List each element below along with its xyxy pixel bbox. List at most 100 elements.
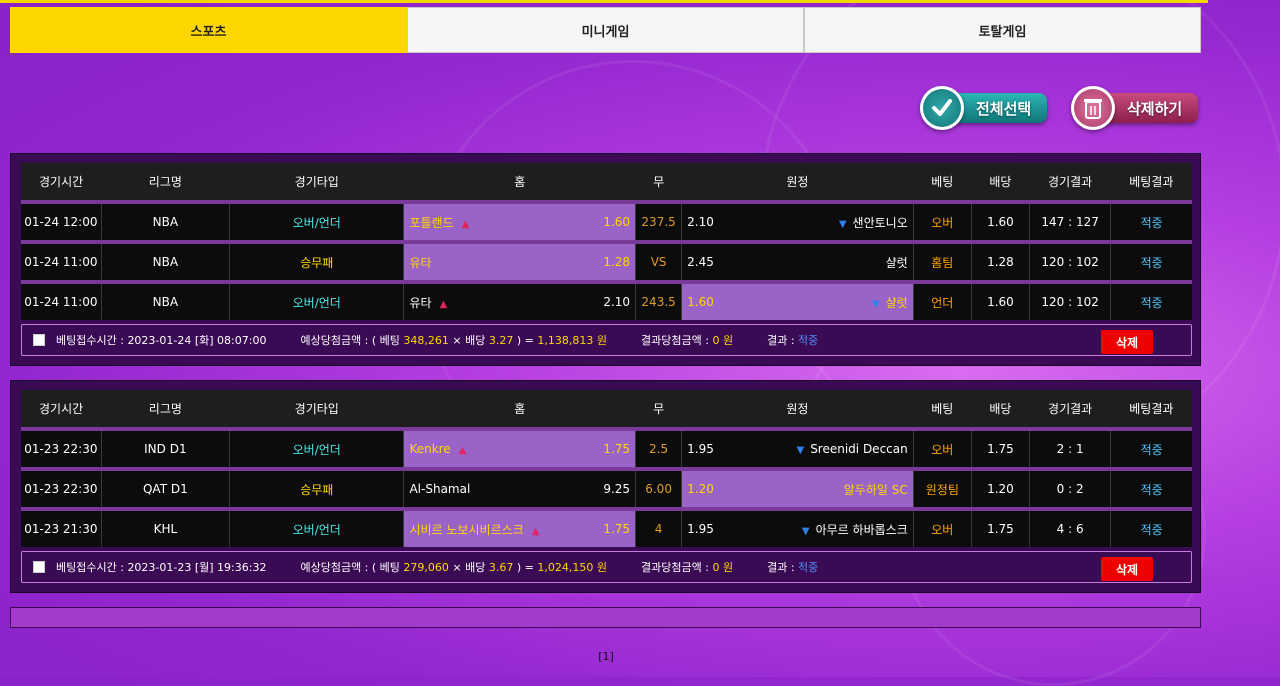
match-time: 01-24 11:00 [21, 280, 102, 320]
home-cell[interactable]: 시비르 노보시비르스크 ▲ 1.75 [403, 507, 636, 547]
match-time: 01-23 22:30 [21, 427, 102, 469]
bet-result: 적중 [1110, 200, 1192, 242]
col-league: 리그명 [101, 390, 230, 429]
bet-pick: 홈팀 [912, 240, 972, 282]
away-cell[interactable]: 1.95 ▼ Sreenidi Deccan [681, 427, 914, 469]
game-type: 오버/언더 [229, 427, 404, 469]
bet-time: 2023-01-23 [월] 19:36:32 [127, 561, 267, 574]
arrow-up-icon: ▲ [461, 218, 470, 230]
delete-selected-button[interactable]: 삭제하기 [1071, 85, 1199, 131]
arrow-down-icon: ▼ [796, 445, 805, 456]
away-odd: 1.60 [687, 295, 714, 309]
expected-label: 예상당첨금액 : ( 베팅 [300, 334, 400, 347]
home-team: 유타 [409, 255, 432, 270]
win-amount: 0 원 [712, 561, 734, 574]
away-team: 아무르 하바롭스크 [815, 522, 908, 537]
empty-bar [10, 607, 1201, 628]
table-header: 경기시간 리그명 경기타입 홈 무 원정 베팅 배당 경기결과 베팅결과 [21, 163, 1192, 202]
bet-pick: 오버 [912, 200, 972, 242]
league-name: NBA [100, 200, 230, 242]
col-home: 홈 [403, 390, 636, 429]
summary-result: 적중 [798, 334, 819, 347]
draw-value: 2.5 [635, 427, 682, 469]
draw-value: 4 [635, 507, 682, 547]
home-cell[interactable]: 유타 ▲ 2.10 [403, 280, 636, 320]
draw-value: 6.00 [635, 467, 682, 509]
away-odd: 1.20 [687, 482, 714, 496]
col-away: 원정 [681, 390, 914, 429]
bet-time: 2023-01-24 [화] 08:07:00 [127, 334, 267, 347]
match-score: 120 : 102 [1029, 280, 1111, 320]
away-cell[interactable]: 1.20 알두하일 SC [681, 467, 914, 509]
away-odd: 1.95 [687, 522, 714, 536]
home-odd: 2.10 [603, 295, 631, 309]
tab-minigame[interactable]: 미니게임 [407, 7, 804, 53]
select-checkbox[interactable] [33, 334, 45, 346]
bet-pick: 오버 [912, 427, 972, 469]
bet-pick: 원정팀 [912, 467, 972, 509]
col-time: 경기시간 [21, 390, 102, 429]
arrow-up-icon: ▲ [439, 298, 448, 310]
col-score: 경기결과 [1029, 390, 1111, 429]
col-odd: 배당 [971, 390, 1030, 429]
total-odd: 3.67 [488, 560, 514, 574]
category-tabs: 스포츠 미니게임 토탈게임 [10, 7, 1201, 53]
league-name: NBA [100, 240, 230, 282]
game-type: 오버/언더 [229, 280, 404, 320]
delete-label: 삭제하기 [1101, 93, 1199, 123]
col-draw: 무 [635, 390, 682, 429]
home-cell[interactable]: 포틀랜드 ▲ 1.60 [403, 200, 636, 242]
select-checkbox[interactable] [33, 561, 45, 573]
summary-result: 적중 [798, 561, 819, 574]
expected-amount: 1,024,150 원 [537, 561, 608, 574]
stake-amount: 348,261 [403, 333, 449, 347]
match-score: 4 : 6 [1029, 507, 1111, 547]
arrow-up-icon: ▲ [458, 445, 467, 456]
bet-time-label: 베팅접수시간 : [56, 334, 124, 347]
away-cell[interactable]: 1.60 ▼ 샬럿 [681, 280, 914, 320]
home-cell[interactable]: 유타 1.28 [403, 240, 636, 282]
win-label: 결과당첨금액 : [641, 561, 709, 574]
away-team: 샬럿 [885, 255, 908, 270]
arrow-down-icon: ▼ [871, 298, 880, 310]
bet-odd: 1.28 [970, 240, 1030, 282]
home-team: 포틀랜드 [409, 215, 454, 230]
game-type: 승무패 [229, 467, 404, 509]
bet-time-label: 베팅접수시간 : [56, 561, 124, 574]
away-cell[interactable]: 1.95 ▼ 아무르 하바롭스크 [681, 507, 914, 547]
bet-result: 적중 [1110, 467, 1192, 509]
bet-odd: 1.20 [970, 467, 1030, 509]
times-label: × 배당 [452, 561, 486, 574]
col-score: 경기결과 [1029, 163, 1111, 202]
table-row: 01-23 22:30 QAT D1 승무패 Al-Shamal 9.25 6.0… [21, 467, 1192, 509]
bet-table: 경기시간 리그명 경기타입 홈 무 원정 베팅 배당 경기결과 베팅결과 01-… [21, 390, 1192, 547]
col-league: 리그명 [101, 163, 230, 202]
select-all-button[interactable]: 전체선택 [920, 85, 1048, 131]
delete-bet-button[interactable]: 삭제 [1101, 330, 1153, 354]
match-time: 01-23 22:30 [21, 467, 102, 509]
bet-result: 적중 [1110, 280, 1192, 320]
col-odd: 배당 [971, 163, 1030, 202]
table-row: 01-23 21:30 KHL 오버/언더 시비르 노보시비르스크 ▲ 1.75 4… [21, 507, 1192, 547]
draw-value: 243.5 [635, 280, 682, 320]
close-paren: ) = [516, 560, 534, 574]
arrow-up-icon: ▲ [531, 525, 540, 537]
page-link[interactable]: [1] [598, 650, 614, 663]
home-cell[interactable]: Al-Shamal 9.25 [403, 467, 636, 509]
league-name: QAT D1 [100, 467, 230, 509]
away-team: 샌안토니오 [852, 215, 908, 230]
col-type: 경기타입 [229, 163, 404, 202]
home-odd: 1.75 [603, 522, 631, 536]
home-cell[interactable]: Kenkre ▲ 1.75 [403, 427, 636, 469]
arrow-down-icon: ▼ [838, 218, 847, 230]
away-odd: 1.95 [687, 442, 714, 456]
bet-slip: 경기시간 리그명 경기타입 홈 무 원정 베팅 배당 경기결과 베팅결과 01-… [10, 380, 1201, 593]
delete-bet-button[interactable]: 삭제 [1101, 557, 1153, 581]
tab-totalgame[interactable]: 토탈게임 [804, 7, 1201, 53]
table-header: 경기시간 리그명 경기타입 홈 무 원정 베팅 배당 경기결과 베팅결과 [21, 390, 1192, 429]
away-cell[interactable]: 2.10 ▼ 샌안토니오 [681, 200, 914, 242]
checkmark-icon [920, 86, 964, 130]
away-cell[interactable]: 2.45 샬럿 [681, 240, 914, 282]
tab-sports[interactable]: 스포츠 [10, 7, 407, 53]
bet-odd: 1.60 [970, 200, 1030, 242]
